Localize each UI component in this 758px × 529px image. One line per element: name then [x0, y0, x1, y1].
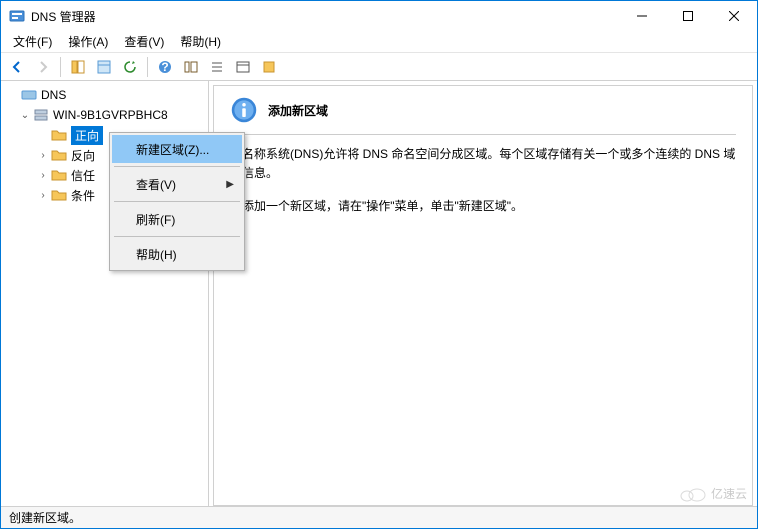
close-button[interactable]	[711, 1, 757, 31]
menu-action[interactable]: 操作(A)	[60, 31, 116, 52]
watermark-text: 亿速云	[711, 485, 747, 502]
ctx-label: 刷新(F)	[136, 211, 175, 228]
titlebar: DNS 管理器	[1, 1, 757, 31]
status-text: 创建新区域。	[9, 509, 81, 526]
filter-button[interactable]	[257, 55, 281, 79]
ctx-label: 新建区域(Z)...	[136, 141, 209, 158]
toolbar-sep	[60, 57, 61, 77]
dns-icon	[21, 87, 37, 103]
ctx-separator	[114, 236, 240, 237]
cloud-icon	[679, 486, 707, 502]
content-paragraph-1: 域名称系统(DNS)允许将 DNS 命名空间分成区域。每个区域存储有关一个或多个…	[230, 145, 736, 183]
expand-caret-icon[interactable]: ›	[37, 190, 49, 201]
tree-label: DNS	[41, 88, 66, 102]
toolbar-sep	[147, 57, 148, 77]
tree-label: 反向	[71, 147, 95, 164]
folder-icon	[51, 127, 67, 143]
server-icon	[33, 107, 49, 123]
watermark: 亿速云	[679, 485, 747, 502]
app-icon	[9, 8, 25, 24]
menu-help[interactable]: 帮助(H)	[172, 31, 229, 52]
content-paragraph-2: 要添加一个新区域，请在"操作"菜单，单击"新建区域"。	[230, 197, 736, 216]
separator	[230, 134, 736, 135]
ctx-label: 帮助(H)	[136, 246, 177, 263]
submenu-arrow-icon: ▶	[226, 179, 234, 190]
tree-label: WIN-9B1GVRPBHC8	[53, 108, 168, 122]
folder-icon	[51, 147, 67, 163]
folder-icon	[51, 187, 67, 203]
info-icon	[230, 96, 258, 124]
dns-manager-window: DNS 管理器 文件(F) 操作(A) 查看(V) 帮助(H) ?	[0, 0, 758, 529]
show-hide-tree-button[interactable]	[66, 55, 90, 79]
context-menu: 新建区域(Z)... 查看(V) ▶ 刷新(F) 帮助(H)	[109, 132, 245, 271]
tree-label: 信任	[71, 167, 95, 184]
content-scroll[interactable]: 添加新区域 域名称系统(DNS)允许将 DNS 命名空间分成区域。每个区域存储有…	[213, 85, 753, 506]
maximize-button[interactable]	[665, 1, 711, 31]
forward-button[interactable]	[31, 55, 55, 79]
help-button[interactable]: ?	[153, 55, 177, 79]
ctx-label: 查看(V)	[136, 176, 176, 193]
menu-file[interactable]: 文件(F)	[5, 31, 60, 52]
refresh-button[interactable]	[118, 55, 142, 79]
statusbar: 创建新区域。	[1, 506, 757, 528]
tree-server[interactable]: ⌄ WIN-9B1GVRPBHC8	[1, 105, 208, 125]
list-button[interactable]	[205, 55, 229, 79]
content-header: 添加新区域	[230, 96, 736, 124]
layout-button[interactable]	[179, 55, 203, 79]
expand-caret-icon[interactable]: ›	[37, 170, 49, 181]
folder-icon	[51, 167, 67, 183]
ctx-new-zone[interactable]: 新建区域(Z)...	[112, 135, 242, 163]
svg-text:?: ?	[161, 60, 168, 74]
back-button[interactable]	[5, 55, 29, 79]
menubar: 文件(F) 操作(A) 查看(V) 帮助(H)	[1, 31, 757, 53]
window-controls	[619, 1, 757, 31]
toolbar: ?	[1, 53, 757, 81]
details-button[interactable]	[231, 55, 255, 79]
tree-label: 正向	[71, 126, 103, 145]
content-pane: 添加新区域 域名称系统(DNS)允许将 DNS 命名空间分成区域。每个区域存储有…	[209, 81, 757, 506]
window-title: DNS 管理器	[31, 8, 619, 25]
expand-caret-icon[interactable]: ⌄	[19, 110, 31, 121]
menu-view[interactable]: 查看(V)	[116, 31, 172, 52]
content-title: 添加新区域	[268, 102, 328, 119]
tree-label: 条件	[71, 187, 95, 204]
ctx-separator	[114, 201, 240, 202]
export-button[interactable]	[92, 55, 116, 79]
ctx-separator	[114, 166, 240, 167]
minimize-button[interactable]	[619, 1, 665, 31]
ctx-refresh[interactable]: 刷新(F)	[112, 205, 242, 233]
tree-root-dns[interactable]: DNS	[1, 85, 208, 105]
expand-caret-icon[interactable]: ›	[37, 150, 49, 161]
ctx-view[interactable]: 查看(V) ▶	[112, 170, 242, 198]
ctx-help[interactable]: 帮助(H)	[112, 240, 242, 268]
